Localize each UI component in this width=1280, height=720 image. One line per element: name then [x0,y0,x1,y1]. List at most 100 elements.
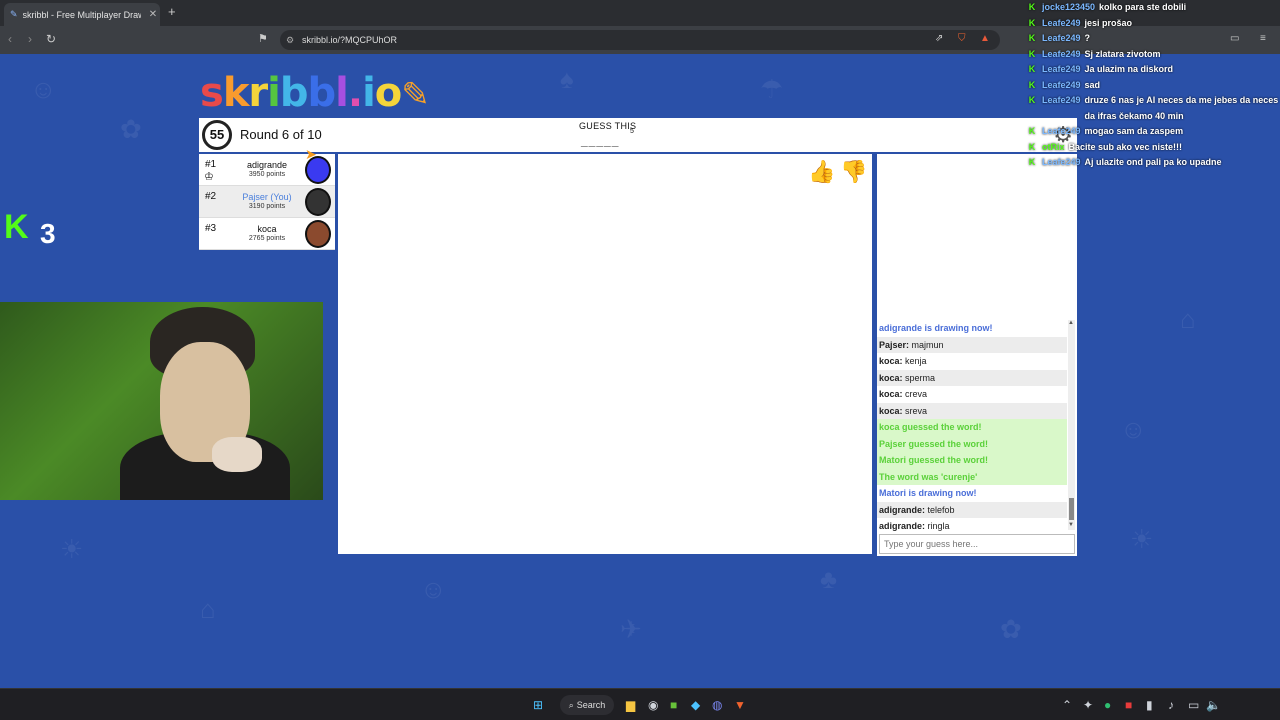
stream-chat-text: kolko para ste dobili [1099,2,1187,12]
stream-chat-line: K Leafe249 Sj zlatara zivotom [1026,47,1280,63]
thumbs-up-icon[interactable]: 👍 [808,159,836,187]
app-icon[interactable]: ◆ [691,698,700,712]
player-rank: #2 [205,191,217,202]
cursor-icon: ➤ [305,146,317,162]
discord-icon[interactable]: ◍ [712,698,722,712]
stream-chat-text: Ja ulazim na diskord [1084,64,1174,74]
doodle-icon: ♠ [560,64,574,94]
back-icon[interactable]: ‹ [8,32,12,46]
stream-chat-user: Leafe249 [1042,126,1081,136]
browser-tab[interactable]: ✎ skribbl - Free Multiplayer Drawing ✕ [4,3,160,26]
app-icon[interactable]: ■ [670,698,677,712]
webcam-overlay [0,302,323,500]
volume-icon[interactable]: 🔈 [1206,698,1221,712]
site-info-icon[interactable]: ⚙ [286,35,294,46]
chat-user: koca: [879,372,903,383]
stream-chat-user: Leafe249 [1042,95,1081,105]
stream-chat-text: Bacite sub ako vec niste!!! [1068,141,1183,152]
chat-messages: adigrande is drawing now! Pajser: majmun… [877,320,1067,535]
kick-badge-icon: K [1028,48,1036,59]
tray-app-icon[interactable]: ● [1104,698,1111,712]
brave-icon[interactable]: ▼ [734,698,746,712]
player-list: #1 ♔ adigrande 3950 points #2 Pajser (Yo… [199,154,335,282]
chat-message: koca: sreva [877,402,1067,419]
tray-chevron-icon[interactable]: ⌃ [1062,698,1072,712]
chat-text: sperma [902,372,936,383]
player-name: Pajser (You) [242,192,292,202]
doodle-icon: ✿ [120,114,142,144]
stream-chat-user: Leafe249 [1042,48,1081,59]
scroll-up-icon[interactable]: ▲ [1068,320,1074,326]
steam-icon[interactable]: ◉ [648,698,658,712]
stream-chat-text: jesi prošao [1084,17,1133,28]
microphone-icon[interactable]: ♪ [1168,698,1174,712]
brave-shield-icon[interactable]: ⛉ [958,33,966,44]
stream-chat-user: jocke123450 [1042,2,1096,12]
stream-chat-text: ? [1084,33,1091,43]
stream-chat-user: Leafe249 [1042,64,1081,74]
chat-message: Pajser guessed the word! [877,435,1067,452]
kick-badge-icon: K [1028,126,1036,136]
chat-text: kenja [902,356,927,366]
round-label: Round 6 of 10 [240,127,322,142]
doodle-icon: ♣ [820,564,838,594]
tray-app-icon[interactable]: ▮ [1146,698,1153,712]
tab-title: skribbl - Free Multiplayer Drawing [22,9,141,20]
stream-chat-text: druze 6 nas je Al neces da me jebes da n… [1084,95,1279,121]
stream-chat-line: KotRix Bacite sub ako vec niste!!! [1026,140,1280,156]
word-length: 5 [630,128,634,135]
kick-badge-icon: K [1028,33,1036,43]
doodle-icon: ☺ [420,574,447,604]
network-icon[interactable]: ▭ [1188,698,1199,712]
share-icon[interactable]: ⇗ [935,33,943,44]
forward-icon[interactable]: › [28,32,32,46]
bookmark-icon[interactable]: ⚑ [258,32,268,45]
player-name: koca [257,224,277,234]
round-timer: 55 [202,120,232,150]
player-avatar [305,188,331,216]
kick-badge-icon: K [1028,157,1036,167]
file-explorer-icon[interactable]: ▆ [626,698,635,712]
chat-message: adigrande: telefob [877,501,1067,518]
chat-message: koca: sperma [877,369,1067,386]
kick-badge-icon: K [1028,79,1036,90]
doodle-icon: ☀ [60,534,84,564]
chat-user: koca: [879,356,903,366]
player-rank: #3 [205,223,217,234]
taskbar-search[interactable]: ⌕ Search [560,695,614,715]
player-row[interactable]: #3 koca 2765 points [199,218,335,250]
chat-text: telefob [925,504,955,515]
windows-start-icon[interactable]: ⊞ [533,698,543,712]
brave-rewards-icon[interactable]: ▲ [980,33,990,44]
scroll-down-icon[interactable]: ▼ [1068,522,1074,528]
player-points: 3190 points [248,203,286,210]
chat-message: koca guessed the word! [877,419,1067,436]
stream-chat-line: K Leafe249 mogao sam da zaspem [1026,124,1280,140]
tray-app-icon[interactable]: ✦ [1083,698,1093,712]
new-tab-icon[interactable]: + [168,4,176,19]
player-row[interactable]: #2 Pajser (You) 3190 points [199,186,335,218]
doodle-icon: ⌂ [200,594,216,624]
chat-message: koca: kenja [877,353,1067,370]
chat-user: adigrande: [879,504,926,515]
guess-input[interactable] [879,534,1075,554]
chat-message: Matori guessed the word! [877,452,1067,469]
chat-text: ringla [925,521,950,531]
chat-scrollbar[interactable]: ▲ ▼ [1068,320,1075,530]
chat-message: The word was 'curenje' [877,468,1067,485]
url-bar[interactable]: ⚙ skribbl.io/?MQCPUhOR [280,30,1000,50]
player-rank: #1 [205,159,217,170]
drawing-canvas[interactable]: 👍 👎 [338,154,872,554]
stream-chat-user: Leafe249 [1042,17,1081,28]
windows-taskbar: ⊞ ⌕ Search ▆ ◉ ■ ◆ ◍ ▼ ⌃ ✦ ● ■ ▮ ♪ ▭ 🔈 [0,688,1280,720]
thumbs-down-icon[interactable]: 👎 [840,159,868,187]
scroll-thumb[interactable] [1069,498,1074,520]
tray-app-icon[interactable]: ■ [1125,698,1132,712]
game-topbar: 55 Round 6 of 10 GUESS THIS 5 _____ ⚙ [199,118,1077,152]
close-tab-icon[interactable]: ✕ [146,9,160,20]
doodle-icon: ☺ [1120,414,1147,444]
reload-icon[interactable]: ↻ [46,32,56,46]
doodle-icon: ✈ [620,614,642,644]
chat-message: adigrande is drawing now! [879,323,993,333]
chat-message: koca: creva [877,386,1067,403]
